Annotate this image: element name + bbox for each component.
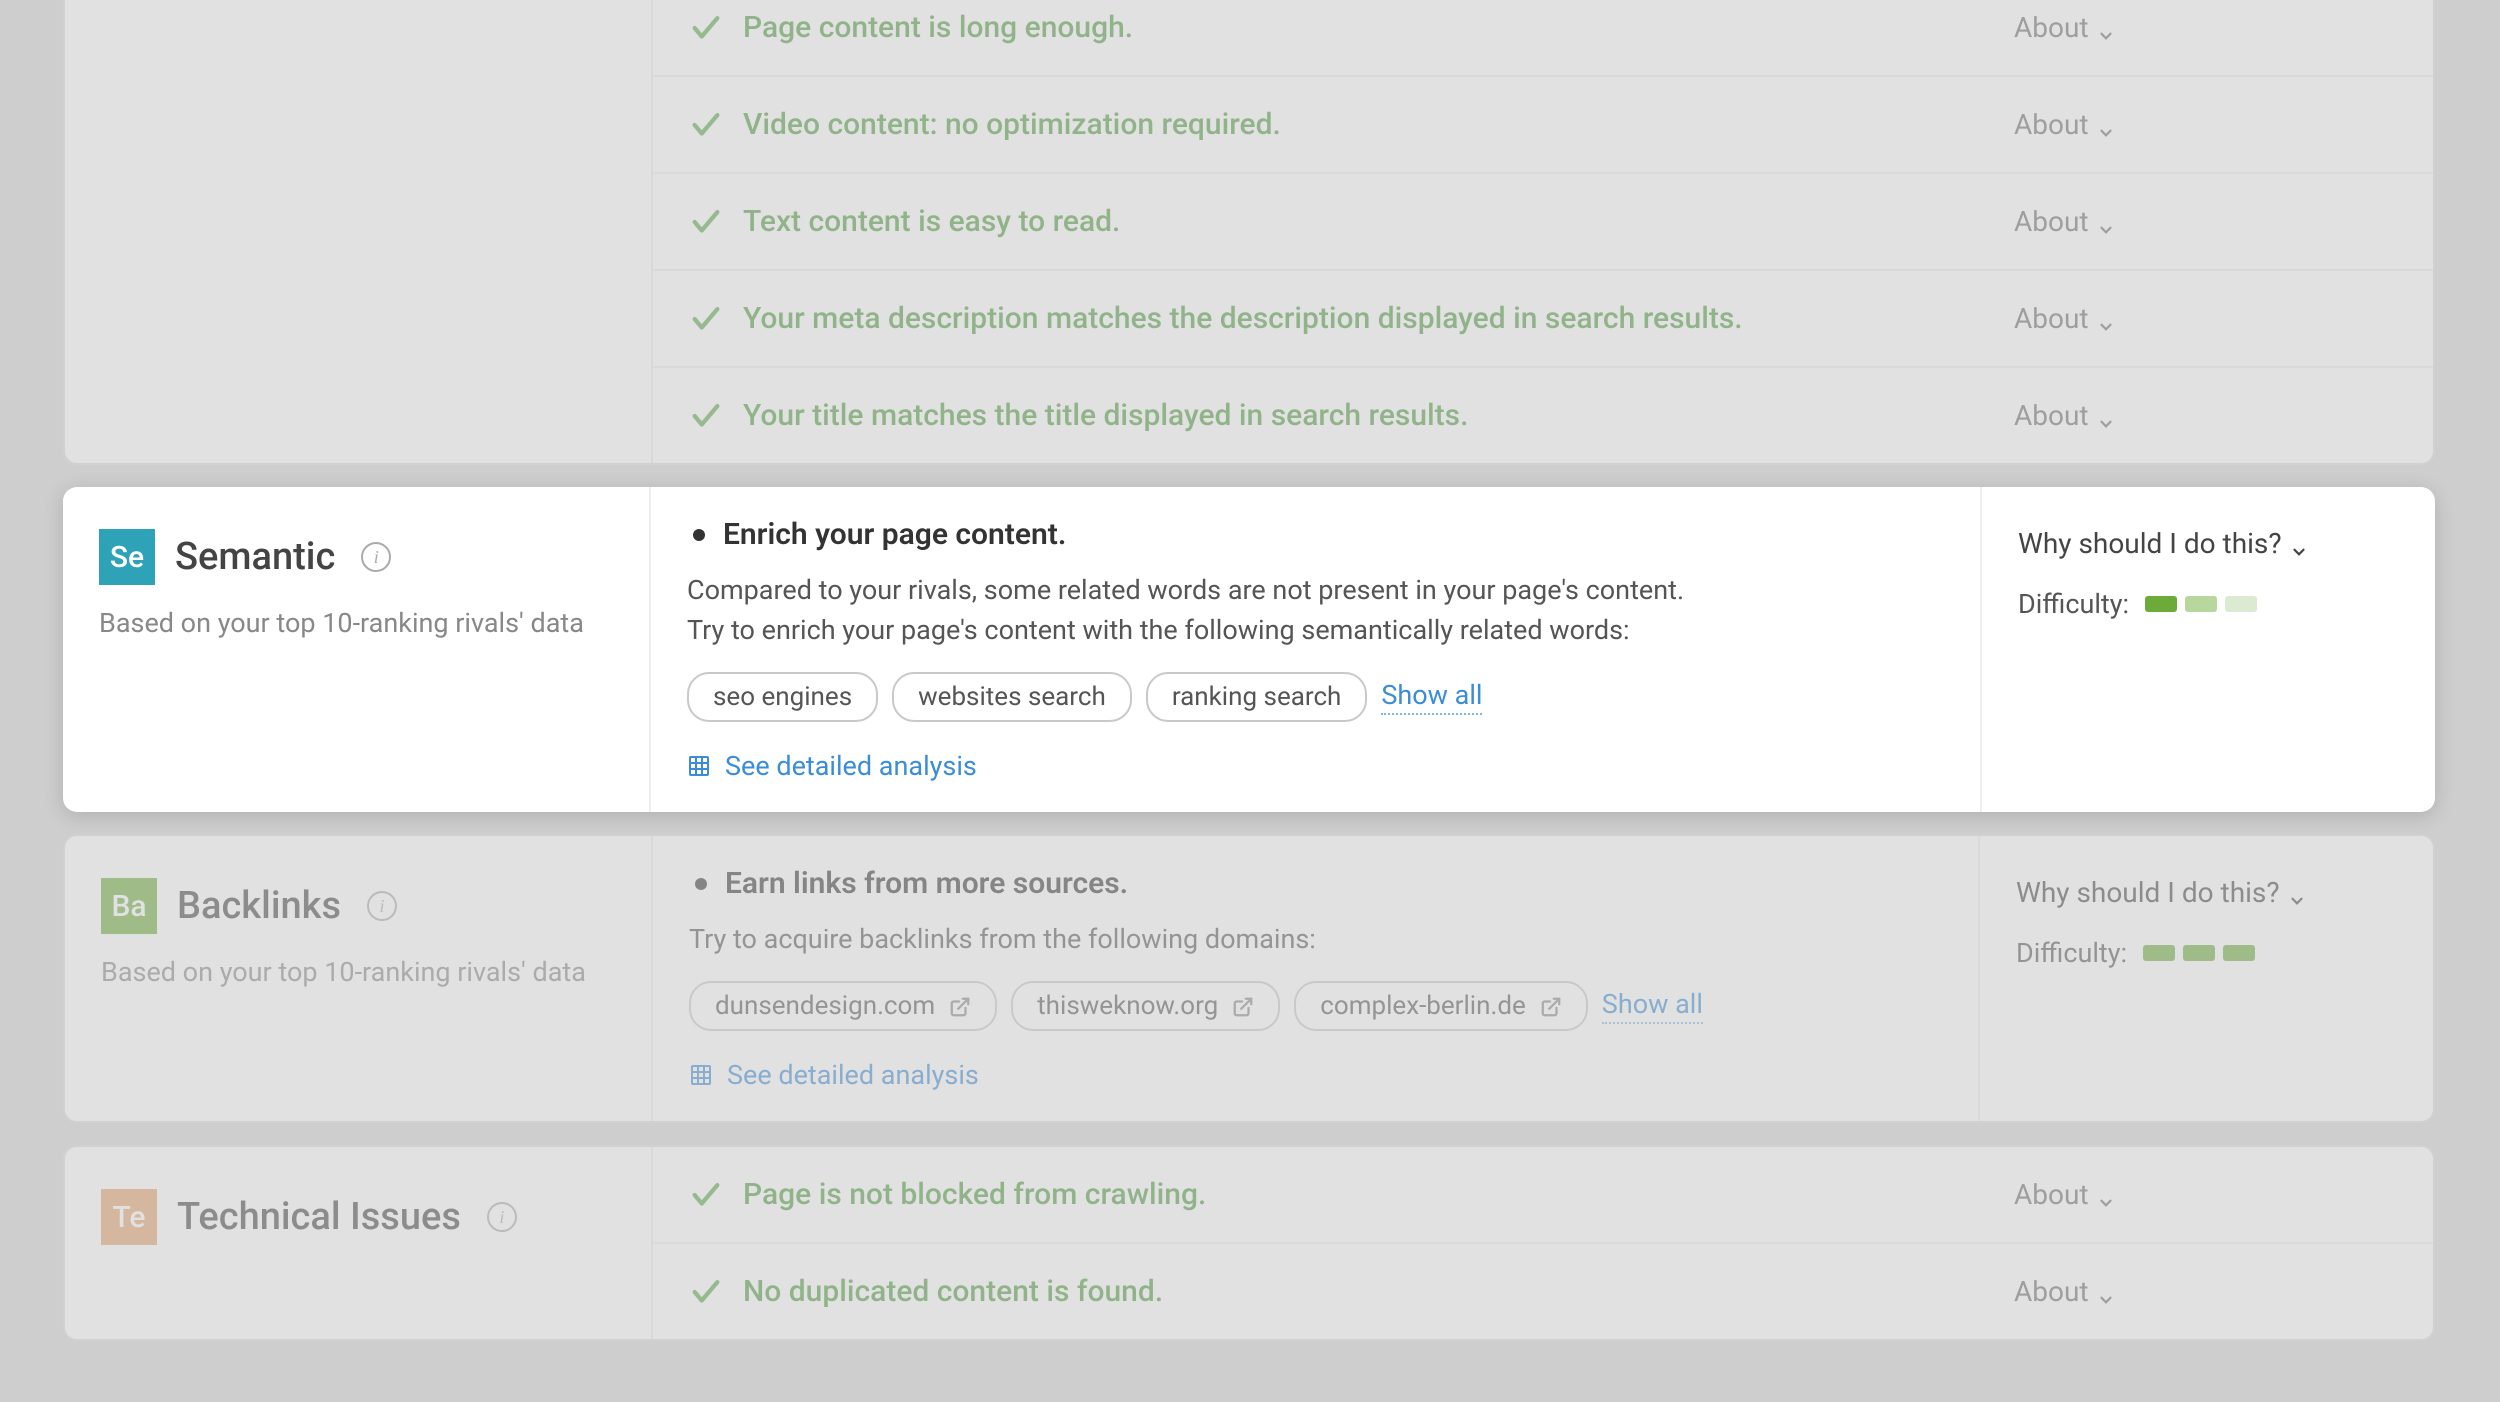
semantic-card: Se Semantic i Based on your top 10-ranki… bbox=[63, 487, 2435, 812]
chevron-down-icon bbox=[2097, 407, 2115, 425]
backlinks-card-right: Why should I do this? Difficulty: bbox=[1978, 836, 2433, 1121]
backlinks-card-left: Ba Backlinks i Based on your top 10-rank… bbox=[65, 836, 653, 1121]
technical-card-left: Te Technical Issues i bbox=[65, 1147, 653, 1339]
checkmark-icon bbox=[689, 1178, 723, 1212]
chevron-down-icon bbox=[2097, 116, 2115, 134]
info-icon[interactable]: i bbox=[487, 1202, 517, 1232]
difficulty-label: Difficulty: bbox=[2018, 588, 2129, 620]
show-all-link[interactable]: Show all bbox=[1602, 988, 1703, 1024]
check-row: Page content is long enough. About bbox=[653, 0, 2433, 77]
check-row: Your meta description matches the descri… bbox=[653, 271, 2433, 368]
check-row: Video content: no optimization required.… bbox=[653, 77, 2433, 174]
external-link-icon bbox=[1540, 995, 1562, 1017]
checkmark-icon bbox=[689, 1275, 723, 1309]
backlinks-card-mid: Earn links from more sources. Try to acq… bbox=[653, 836, 1978, 1121]
technical-card-mid: Page is not blocked from crawling. About… bbox=[653, 1147, 2433, 1339]
checks-card: Page content is long enough. About Video… bbox=[63, 0, 2435, 465]
check-row: Text content is easy to read. About bbox=[653, 174, 2433, 271]
about-toggle[interactable]: About bbox=[2014, 1275, 2115, 1308]
technical-card: Te Technical Issues i Page is not blocke… bbox=[63, 1145, 2435, 1341]
about-toggle[interactable]: About bbox=[2014, 11, 2115, 44]
backlinks-card: Ba Backlinks i Based on your top 10-rank… bbox=[63, 834, 2435, 1123]
difficulty-meter bbox=[2145, 596, 2257, 612]
checkmark-icon bbox=[689, 108, 723, 142]
keyword-chip[interactable]: seo engines bbox=[687, 672, 878, 722]
checks-card-left bbox=[65, 0, 653, 463]
about-toggle[interactable]: About bbox=[2014, 205, 2115, 238]
chevron-down-icon bbox=[2290, 535, 2308, 553]
check-row: Your title matches the title displayed i… bbox=[653, 368, 2433, 463]
check-row: Page is not blocked from crawling. About bbox=[653, 1147, 2433, 1244]
check-text: Text content is easy to read. bbox=[743, 204, 1120, 239]
chevron-down-icon bbox=[2097, 19, 2115, 37]
semantic-title: Semantic bbox=[175, 535, 335, 579]
check-text: Video content: no optimization required. bbox=[743, 107, 1281, 142]
about-toggle[interactable]: About bbox=[2014, 1178, 2115, 1211]
check-text: No duplicated content is found. bbox=[743, 1274, 1163, 1309]
backlinks-headline: Earn links from more sources. bbox=[725, 866, 1128, 901]
technical-title: Technical Issues bbox=[177, 1195, 461, 1239]
semantic-card-right: Why should I do this? Difficulty: bbox=[1980, 487, 2435, 812]
checks-card-mid: Page content is long enough. About Video… bbox=[653, 0, 2433, 463]
domain-chip[interactable]: thisweknow.org bbox=[1011, 981, 1280, 1031]
about-toggle[interactable]: About bbox=[2014, 108, 2115, 141]
chevron-down-icon bbox=[2097, 1283, 2115, 1301]
check-text: Page is not blocked from crawling. bbox=[743, 1177, 1206, 1212]
semantic-card-mid: Enrich your page content. Compared to yo… bbox=[651, 487, 1980, 812]
see-detailed-link[interactable]: See detailed analysis bbox=[687, 750, 1944, 782]
difficulty-meter bbox=[2143, 945, 2255, 961]
backlinks-title: Backlinks bbox=[177, 884, 341, 928]
bullet-icon bbox=[695, 878, 707, 890]
semantic-desc: Compared to your rivals, some related wo… bbox=[687, 570, 1944, 650]
chevron-down-icon bbox=[2097, 310, 2115, 328]
checkmark-icon bbox=[689, 399, 723, 433]
semantic-subtitle: Based on your top 10-ranking rivals' dat… bbox=[99, 607, 613, 639]
chevron-down-icon bbox=[2097, 1186, 2115, 1204]
technical-badge: Te bbox=[101, 1189, 157, 1245]
external-link-icon bbox=[949, 995, 971, 1017]
chevron-down-icon bbox=[2288, 884, 2306, 902]
check-text: Page content is long enough. bbox=[743, 10, 1133, 45]
info-icon[interactable]: i bbox=[361, 542, 391, 572]
keyword-chip[interactable]: websites search bbox=[892, 672, 1132, 722]
why-toggle[interactable]: Why should I do this? bbox=[2016, 876, 2306, 909]
backlinks-chips: dunsendesign.com thisweknow.org complex-… bbox=[689, 981, 1942, 1031]
checkmark-icon bbox=[689, 205, 723, 239]
semantic-headline: Enrich your page content. bbox=[723, 517, 1066, 552]
checkmark-icon bbox=[689, 302, 723, 336]
see-detailed-link[interactable]: See detailed analysis bbox=[689, 1059, 1942, 1091]
bullet-icon bbox=[693, 529, 705, 541]
semantic-badge: Se bbox=[99, 529, 155, 585]
checkmark-icon bbox=[689, 11, 723, 45]
table-icon bbox=[687, 754, 711, 778]
about-toggle[interactable]: About bbox=[2014, 399, 2115, 432]
difficulty-label: Difficulty: bbox=[2016, 937, 2127, 969]
semantic-chips: seo engines websites search ranking sear… bbox=[687, 672, 1944, 722]
backlinks-badge: Ba bbox=[101, 878, 157, 934]
check-text: Your meta description matches the descri… bbox=[743, 301, 1743, 336]
about-toggle[interactable]: About bbox=[2014, 302, 2115, 335]
chevron-down-icon bbox=[2097, 213, 2115, 231]
domain-chip[interactable]: dunsendesign.com bbox=[689, 981, 997, 1031]
check-text: Your title matches the title displayed i… bbox=[743, 398, 1468, 433]
show-all-link[interactable]: Show all bbox=[1381, 679, 1482, 715]
semantic-card-left: Se Semantic i Based on your top 10-ranki… bbox=[63, 487, 651, 812]
keyword-chip[interactable]: ranking search bbox=[1146, 672, 1368, 722]
backlinks-subtitle: Based on your top 10-ranking rivals' dat… bbox=[101, 956, 615, 988]
why-toggle[interactable]: Why should I do this? bbox=[2018, 527, 2308, 560]
check-row: No duplicated content is found. About bbox=[653, 1244, 2433, 1339]
backlinks-desc: Try to acquire backlinks from the follow… bbox=[689, 919, 1942, 959]
info-icon[interactable]: i bbox=[367, 891, 397, 921]
external-link-icon bbox=[1232, 995, 1254, 1017]
table-icon bbox=[689, 1063, 713, 1087]
domain-chip[interactable]: complex-berlin.de bbox=[1294, 981, 1588, 1031]
